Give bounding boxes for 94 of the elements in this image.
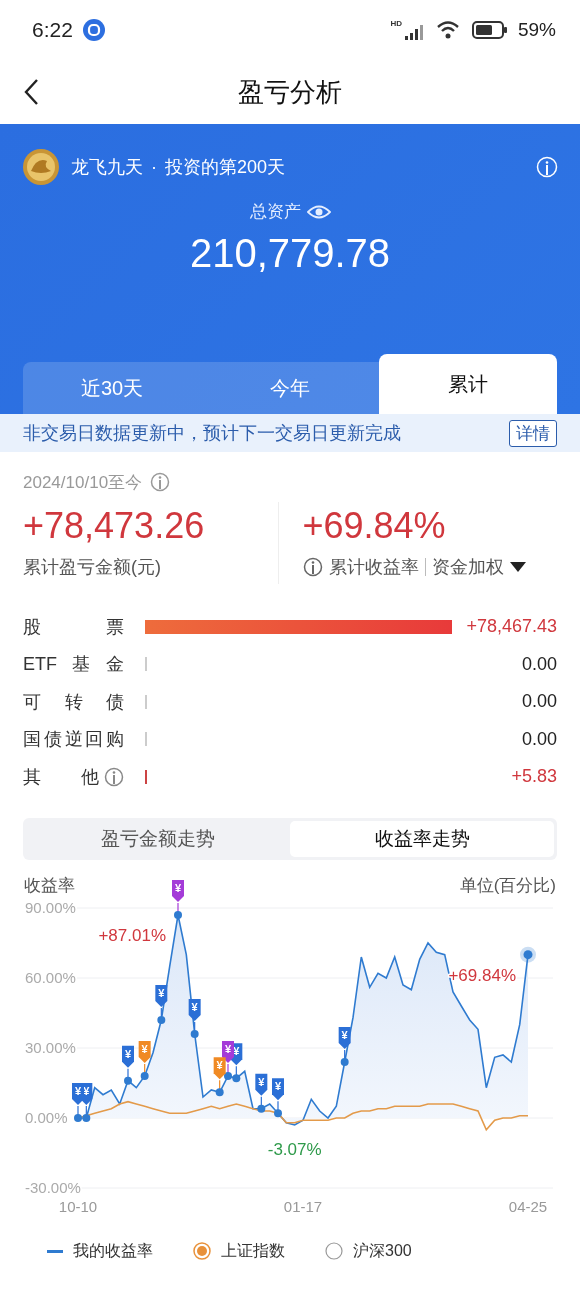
period-text: 2024/10/10至今 [23,471,143,494]
asset-type-label: 国债逆回购 [23,728,124,752]
separator-dot: · [151,156,157,178]
eye-icon[interactable] [306,203,331,220]
marker-stem [274,1100,282,1117]
asset-profit-value: +78,467.43 [466,616,557,638]
point [274,1108,282,1117]
point [190,1029,199,1038]
details-button[interactable]: 详情 [509,419,557,447]
radio-button[interactable] [325,1242,343,1260]
marker-stem [140,1062,149,1080]
total-assets-value: 210,779.78 [188,231,392,276]
trade-marker[interactable]: ¥ [172,879,184,902]
point [157,1015,166,1024]
user-name: 龙飞九天 [71,156,143,179]
app-badge-icon [82,19,105,41]
marker-stem [232,1065,241,1082]
investment-days: 投资的第200天 [165,155,286,179]
point [224,1071,232,1080]
point [257,1104,266,1113]
y-tick-label: 60.00% [25,968,76,986]
value-label: +87.01% [98,925,166,945]
y-tick-label: -30.00% [25,1178,81,1196]
marker-stem [82,1104,91,1122]
marker-stem [340,1048,349,1066]
weighting-dropdown[interactable]: 资金加权 [431,555,504,579]
return-rate-label: 累计收益率 [328,556,419,579]
profit-value: +78,473.26 [23,504,206,548]
info-icon[interactable] [150,472,171,492]
notice-text: 非交易日数据更新中，预计下一交易日更新完成 [23,422,401,445]
point [215,1087,224,1096]
trade-marker[interactable]: ¥ [255,1073,268,1096]
network-type: HD [390,19,402,28]
y-tick-label: 90.00% [25,898,76,916]
trade-marker[interactable]: ¥ [188,998,201,1021]
marker-stem [257,1095,266,1113]
point [232,1073,241,1082]
y-axis-title: 收益率 [24,875,75,895]
asset-profit-value: +5.83 [510,766,557,788]
profit-label: 累计盈亏金额(元) [23,556,161,579]
trade-marker[interactable]: ¥ [72,1082,84,1105]
point [74,1113,82,1122]
asset-type-label: 可转债 [23,690,124,714]
asset-profit-value: 0.00 [520,691,557,713]
page-title: 盈亏分析 [238,75,342,109]
status-time: 6:22 [32,18,73,42]
trade-marker[interactable]: ¥ [213,1056,226,1079]
legend-label: 沪深300 [353,1240,412,1261]
asset-profit-value: 0.00 [520,653,557,675]
period-tab[interactable]: 近30天 [23,362,201,414]
x-tick-label: 01-17 [283,1197,323,1215]
point [124,1076,132,1085]
dropdown-caret-icon[interactable] [509,562,526,572]
trade-marker[interactable]: ¥ [222,1040,234,1063]
trade-marker[interactable]: ¥ [138,1040,151,1063]
asset-type-label: 其他 [23,765,99,789]
value-label: +69.84% [448,965,516,985]
info-icon[interactable] [302,557,323,577]
radio-button[interactable] [193,1242,211,1260]
legend-label: 上证指数 [221,1240,285,1261]
asset-type-label: ETF基金 [23,653,124,677]
total-assets-label: 总资产 [249,201,301,223]
marker-stem [215,1079,224,1096]
avatar-icon [23,149,59,185]
x-tick-label: 10-10 [58,1197,98,1215]
chart-tab[interactable]: 盈亏金额走势 [26,820,290,857]
battery-percent: 59% [517,19,556,41]
value-label: -3.07% [267,1139,322,1159]
point [174,910,182,919]
marker-stem [174,901,182,919]
asset-profit-value: 0.00 [520,728,557,750]
marker-stem [124,1067,132,1085]
point [82,1113,91,1122]
legend-label: 我的收益率 [73,1240,153,1261]
y-tick-label: 0.00% [25,1108,68,1126]
trade-marker[interactable]: ¥ [155,984,168,1007]
asset-type-label: 股票 [23,615,124,639]
info-icon[interactable] [104,766,124,787]
chart-tab[interactable]: 收益率走势 [290,820,554,857]
trade-marker[interactable]: ¥ [122,1045,134,1068]
point [340,1057,349,1066]
point [140,1071,149,1080]
marker-stem [157,1006,166,1024]
marker-stem [190,1020,199,1038]
period-tab[interactable]: 累计 [379,354,557,414]
battery-icon [471,20,508,40]
end-point-marker [520,946,536,963]
period-tab[interactable]: 今年 [201,362,379,414]
unit-label: 单位(百分比) [459,875,556,895]
trade-marker[interactable]: ¥ [338,1026,351,1049]
x-tick-label: 04-25 [508,1197,548,1215]
return-rate-value: +69.84% [302,504,447,548]
trade-marker[interactable]: ¥ [272,1077,284,1100]
y-tick-label: 30.00% [25,1038,76,1056]
